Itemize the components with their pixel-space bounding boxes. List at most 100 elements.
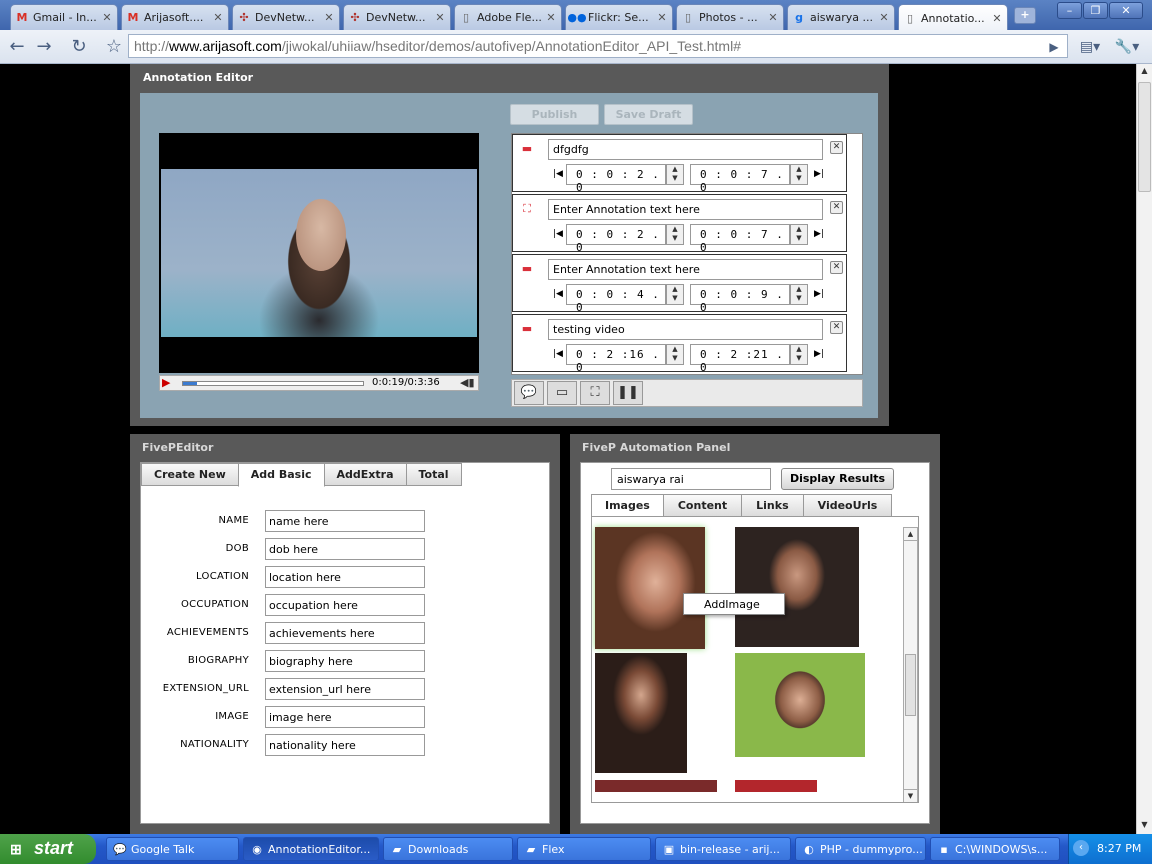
start-time-stepper[interactable]: ▲ ▼ (666, 344, 684, 365)
tab-add-basic[interactable]: Add Basic (237, 463, 325, 487)
add-speech-bubble-icon[interactable]: 💬 (514, 381, 544, 405)
tab-images[interactable]: Images (591, 494, 664, 518)
annotation-text-input[interactable]: dfgdfg (548, 139, 823, 160)
annotation-text-input[interactable]: Enter Annotation text here (548, 259, 823, 280)
start-time-input[interactable]: 0 : 0 : 2 . 0 (566, 224, 666, 254)
close-tab-icon[interactable]: ✕ (434, 11, 446, 24)
skip-to-start-icon[interactable]: |◀ (553, 349, 563, 359)
taskbar-button[interactable]: ▣ bin-release - arij... (655, 837, 791, 861)
browser-tab[interactable]: M Gmail - In... ✕ (10, 4, 118, 30)
skip-to-end-icon[interactable]: ▶| (814, 229, 824, 239)
volume-icon[interactable]: ◀▮ (460, 376, 475, 389)
browser-tab[interactable]: M Arijasoft.... ✕ (121, 4, 229, 30)
browser-tab[interactable]: ▯ Photos - ... ✕ (676, 4, 784, 30)
add-pause-icon[interactable]: ❚❚ (613, 381, 643, 405)
name-field[interactable]: name here (265, 510, 425, 532)
bookmark-star-icon[interactable]: ☆ (103, 36, 125, 58)
annotation-text-input[interactable]: Enter Annotation text here (548, 199, 823, 220)
end-time-stepper[interactable]: ▲ ▼ (790, 284, 808, 305)
close-tab-icon[interactable]: ✕ (101, 11, 113, 24)
delete-annotation-icon[interactable]: ✕ (830, 201, 843, 214)
image-thumbnail[interactable] (735, 653, 865, 757)
image-thumbnail[interactable] (595, 780, 717, 792)
location-field[interactable]: location here (265, 566, 425, 588)
end-time-input[interactable]: 0 : 0 : 7 . 0 (690, 164, 790, 194)
image-results-scrollbar[interactable]: ▲ ▼ (903, 527, 918, 802)
taskbar-button[interactable]: 💬 Google Talk (106, 837, 239, 861)
address-bar[interactable]: http://www.arijasoft.com/jiwokal/uhiiaw/… (128, 34, 1068, 58)
biography-field[interactable]: biography here (265, 650, 425, 672)
browser-tab[interactable]: g aiswarya ... ✕ (787, 4, 895, 30)
taskbar-button[interactable]: ◉ AnnotationEditor... (243, 837, 379, 861)
delete-annotation-icon[interactable]: ✕ (830, 261, 843, 274)
image-field[interactable]: image here (265, 706, 425, 728)
nationality-field[interactable]: nationality here (265, 734, 425, 756)
publish-button[interactable]: Publish (510, 104, 599, 125)
page-scrollbar[interactable]: ▲ ▼ (1136, 64, 1152, 834)
forward-arrow-icon[interactable]: → (33, 36, 55, 58)
end-time-input[interactable]: 0 : 2 :21 . 0 (690, 344, 790, 374)
play-icon[interactable]: ▶ (162, 377, 176, 389)
scroll-up-icon[interactable]: ▲ (1137, 64, 1152, 78)
tab-total[interactable]: Total (405, 463, 462, 486)
tab-content[interactable]: Content (662, 494, 743, 517)
close-tab-icon[interactable]: ✕ (212, 11, 224, 24)
tab-create-new[interactable]: Create New (141, 463, 239, 486)
close-tab-icon[interactable]: ✕ (323, 11, 335, 24)
delete-annotation-icon[interactable]: ✕ (830, 321, 843, 334)
tab-videourls[interactable]: VideoUrls (802, 494, 893, 517)
context-menu-add-image[interactable]: AddImage (683, 593, 785, 615)
start-time-stepper[interactable]: ▲ ▼ (666, 284, 684, 305)
browser-tab[interactable]: ▯ Adobe Fle... ✕ (454, 4, 562, 30)
tab-links[interactable]: Links (741, 494, 804, 517)
end-time-stepper[interactable]: ▲ ▼ (790, 164, 808, 185)
extension-url-field[interactable]: extension_url here (265, 678, 425, 700)
close-tab-icon[interactable]: ✕ (991, 12, 1003, 25)
maximize-button[interactable]: ❐ (1083, 2, 1108, 19)
taskbar-button[interactable]: ◐ PHP - dummypro... (795, 837, 926, 861)
minimize-button[interactable]: – (1057, 2, 1082, 19)
page-menu-icon[interactable]: ▤▾ (1075, 36, 1105, 58)
end-time-input[interactable]: 0 : 0 : 7 . 0 (690, 224, 790, 254)
go-arrow-icon[interactable]: ▶ (1043, 36, 1065, 58)
annotation-text-input[interactable]: testing video (548, 319, 823, 340)
browser-tab[interactable]: ▯ Annotatio... ✕ (898, 4, 1008, 31)
close-tab-icon[interactable]: ✕ (656, 11, 668, 24)
save-draft-button[interactable]: Save Draft (604, 104, 693, 125)
new-tab-button[interactable]: + (1014, 7, 1036, 24)
image-thumbnail[interactable] (595, 527, 705, 649)
add-spotlight-icon[interactable]: ⛶ (580, 381, 610, 405)
scroll-down-icon[interactable]: ▼ (1137, 818, 1152, 832)
scroll-up-icon[interactable]: ▲ (904, 528, 917, 541)
start-time-stepper[interactable]: ▲ ▼ (666, 224, 684, 245)
page-scroll-thumb[interactable] (1138, 82, 1151, 192)
dob-field[interactable]: dob here (265, 538, 425, 560)
browser-tab[interactable]: ✣ DevNetw... ✕ (343, 4, 451, 30)
skip-to-end-icon[interactable]: ▶| (814, 349, 824, 359)
browser-tab[interactable]: ✣ DevNetw... ✕ (232, 4, 340, 30)
video-player[interactable] (159, 133, 479, 373)
close-tab-icon[interactable]: ✕ (545, 11, 557, 24)
image-scroll-thumb[interactable] (905, 654, 916, 716)
skip-to-end-icon[interactable]: ▶| (814, 289, 824, 299)
annotation-list-scrollbar[interactable] (848, 134, 862, 374)
start-time-input[interactable]: 0 : 2 :16 . 0 (566, 344, 666, 374)
video-seek-bar[interactable] (182, 381, 364, 386)
back-arrow-icon[interactable]: ← (6, 36, 28, 58)
skip-to-start-icon[interactable]: |◀ (553, 289, 563, 299)
taskbar-button[interactable]: ▰ Flex (517, 837, 651, 861)
close-window-button[interactable]: ✕ (1109, 2, 1143, 19)
close-tab-icon[interactable]: ✕ (878, 11, 890, 24)
browser-tab[interactable]: ●● Flickr: Se... ✕ (565, 4, 673, 30)
start-time-stepper[interactable]: ▲ ▼ (666, 164, 684, 185)
close-tab-icon[interactable]: ✕ (767, 11, 779, 24)
occupation-field[interactable]: occupation here (265, 594, 425, 616)
skip-to-start-icon[interactable]: |◀ (553, 229, 563, 239)
skip-to-end-icon[interactable]: ▶| (814, 169, 824, 179)
tray-expand-icon[interactable]: ‹ (1073, 840, 1089, 856)
search-input[interactable]: aiswarya rai (611, 468, 771, 490)
image-thumbnail[interactable] (735, 780, 817, 792)
end-time-stepper[interactable]: ▲ ▼ (790, 344, 808, 365)
wrench-menu-icon[interactable]: 🔧▾ (1112, 36, 1142, 58)
end-time-stepper[interactable]: ▲ ▼ (790, 224, 808, 245)
